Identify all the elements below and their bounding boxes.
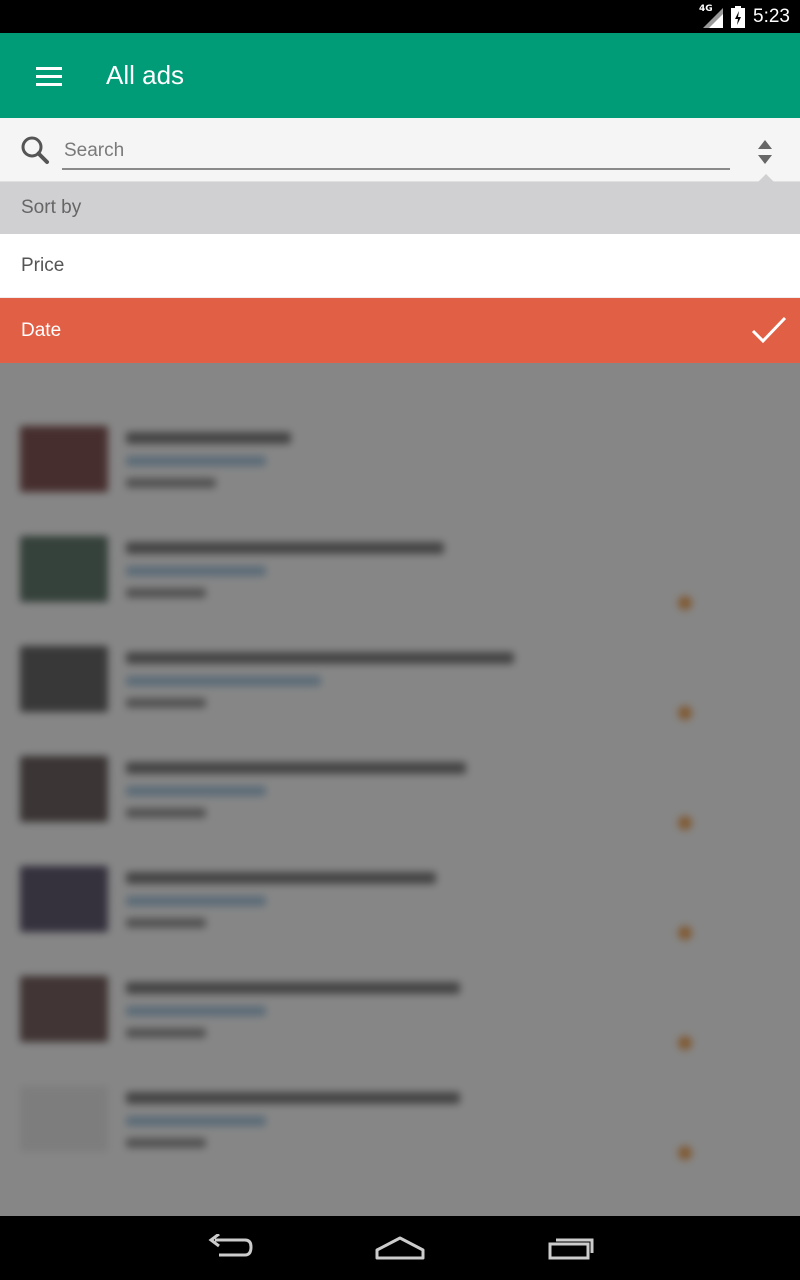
home-icon bbox=[375, 1236, 425, 1260]
recent-apps-button[interactable] bbox=[543, 1230, 599, 1266]
status-bar: 4G 5:23 bbox=[0, 0, 800, 33]
sort-arrows-icon bbox=[758, 140, 772, 164]
page-title: All ads bbox=[106, 60, 185, 90]
search-bar bbox=[0, 118, 800, 182]
recent-apps-icon bbox=[548, 1238, 594, 1260]
sort-option-label: Price bbox=[21, 254, 65, 276]
network-type-label: 4G bbox=[699, 4, 713, 14]
back-icon bbox=[208, 1234, 253, 1257]
sort-menu: Sort by Price Date bbox=[0, 174, 800, 363]
status-icons: 4G 5:23 bbox=[699, 4, 790, 30]
sort-option-label: Date bbox=[21, 319, 62, 341]
sort-header-label: Sort by bbox=[21, 197, 82, 218]
signal-icon: 4G bbox=[699, 4, 724, 28]
battery-icon bbox=[731, 6, 746, 28]
menu-button[interactable] bbox=[22, 53, 76, 99]
system-nav-bar bbox=[0, 1216, 800, 1280]
search-icon bbox=[21, 136, 49, 164]
clock: 5:23 bbox=[753, 6, 790, 27]
app-bar: All ads bbox=[0, 33, 800, 118]
home-button[interactable] bbox=[372, 1230, 428, 1266]
sort-option-price[interactable]: Price bbox=[0, 234, 800, 298]
search-input[interactable] bbox=[62, 134, 730, 170]
hamburger-menu-icon bbox=[36, 67, 62, 86]
back-button[interactable] bbox=[201, 1230, 257, 1266]
sort-menu-header: Sort by bbox=[0, 174, 800, 234]
sort-toggle-button[interactable] bbox=[750, 134, 780, 170]
checkmark-icon bbox=[751, 316, 787, 344]
dropdown-caret-icon bbox=[758, 174, 774, 182]
sort-option-date[interactable]: Date bbox=[0, 298, 800, 363]
